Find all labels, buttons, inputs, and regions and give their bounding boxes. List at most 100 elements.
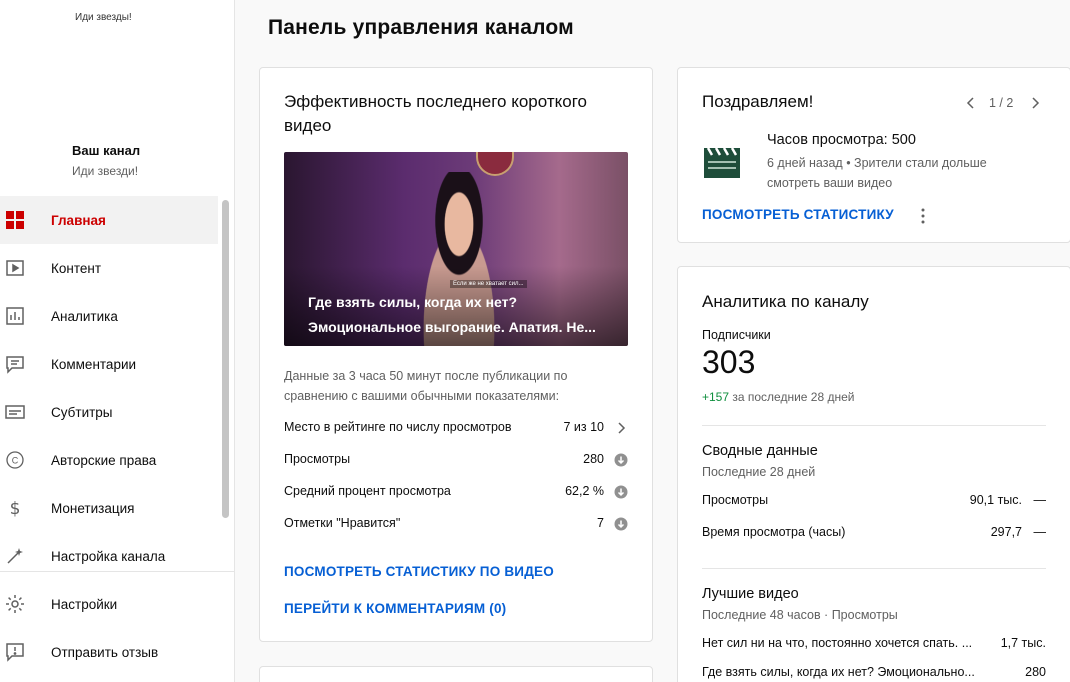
trend-indicator: — xyxy=(1033,525,1047,539)
subtitles-icon xyxy=(4,401,26,423)
sidebar-item-feedback[interactable]: Отправить отзыв xyxy=(0,628,218,676)
sidebar-divider xyxy=(0,571,234,572)
stat-value: 7 из 10 xyxy=(563,420,604,434)
thumbnail-title-line2: Эмоциональное выгорание. Апатия. Не... xyxy=(308,319,596,335)
video-thumbnail[interactable]: Если же не хватает сил... Где взять силы… xyxy=(284,152,628,346)
sidebar-item-label: Авторские права xyxy=(51,452,157,468)
copyright-icon: C xyxy=(4,449,26,471)
sidebar-item-customization[interactable]: Настройка канала xyxy=(0,532,218,580)
sidebar-item-label: Контент xyxy=(51,260,102,276)
sidebar-item-label: Настройки xyxy=(51,596,118,612)
channel-avatar-caption: Иди звезды! xyxy=(75,12,132,23)
congrats-card: Поздравляем! 1 / 2 Часов просмотра: 500 … xyxy=(677,67,1070,243)
dashboard-icon xyxy=(4,209,26,231)
thumbnail-subtitle: Если же не хватает сил... xyxy=(450,280,527,288)
clapperboard-icon xyxy=(702,140,742,180)
summary-title: Сводные данные xyxy=(702,443,818,459)
channel-handle: Иди звезди! xyxy=(72,164,139,178)
stat-label: Средний процент просмотра xyxy=(284,484,451,498)
stat-value: 7 xyxy=(597,516,604,530)
trend-indicator: — xyxy=(1033,493,1047,507)
stat-row-likes: Отметки "Нравится" 7 xyxy=(284,516,628,536)
go-to-comments-link[interactable]: ПЕРЕЙТИ К КОММЕНТАРИЯМ (0) xyxy=(284,601,506,616)
sidebar-item-content[interactable]: Контент xyxy=(0,244,218,292)
comments-icon xyxy=(4,353,26,375)
summary-row-views: Просмотры 90,1 тыс. — xyxy=(702,493,1046,513)
channel-name[interactable]: Ваш канал xyxy=(72,143,140,158)
channel-analytics-card: Аналитика по каналу Подписчики 303 +157 … xyxy=(677,266,1070,682)
milestone-subtext: 6 дней назад • Зрители стали дольше смот… xyxy=(767,156,987,190)
top-video-views: 280 xyxy=(1025,665,1046,679)
sidebar-item-label: Аналитика xyxy=(51,308,118,324)
feedback-icon xyxy=(4,641,26,663)
latest-short-card: Эффективность последнего короткого видео… xyxy=(259,67,653,642)
thumbnail-title-line1: Где взять силы, когда их нет? xyxy=(308,294,518,310)
top-video-row[interactable]: Нет сил ни на что, постоянно хочется спа… xyxy=(702,636,1046,656)
stat-label: Отметки "Нравится" xyxy=(284,516,401,530)
thumbnail-title: Где взять силы, когда их нет? Эмоциональ… xyxy=(308,290,608,340)
svg-text:C: C xyxy=(12,456,19,466)
page-title: Панель управления каналом xyxy=(268,16,574,39)
data-note: Данные за 3 часа 50 минут после публикац… xyxy=(284,369,568,403)
sidebar-item-label: Главная xyxy=(51,212,106,228)
content-icon xyxy=(4,257,26,279)
subscribers-count: 303 xyxy=(702,344,756,380)
sidebar-item-analytics[interactable]: Аналитика xyxy=(0,292,218,340)
arrow-down-circle-icon xyxy=(614,453,628,467)
card-title: Эффективность последнего короткого видео xyxy=(284,92,587,135)
card-title: Поздравляем! xyxy=(702,92,814,111)
analytics-icon xyxy=(4,305,26,327)
stat-row-rank[interactable]: Место в рейтинге по числу просмотров 7 и… xyxy=(284,420,628,440)
stat-value: 280 xyxy=(583,452,604,466)
stat-row-views: Просмотры 280 xyxy=(284,452,628,472)
more-options-icon[interactable] xyxy=(920,208,926,224)
sidebar-item-label: Отправить отзыв xyxy=(51,644,159,660)
sidebar: Иди звезды! Ваш канал Иди звезди! Главна… xyxy=(0,0,235,682)
summary-value: 297,7 xyxy=(990,525,1022,539)
divider xyxy=(702,425,1046,426)
summary-row-watch-time: Время просмотра (часы) 297,7 — xyxy=(702,525,1046,545)
delta-value: +157 xyxy=(702,390,730,404)
sidebar-item-subtitles[interactable]: Субтитры xyxy=(0,388,218,436)
summary-period: Последние 28 дней xyxy=(702,465,816,479)
top-video-row[interactable]: Где взять силы, когда их нет? Эмоциональ… xyxy=(702,665,1046,682)
top-video-title[interactable]: Где взять силы, когда их нет? Эмоциональ… xyxy=(702,665,986,679)
dollar-icon: $ xyxy=(4,497,26,519)
chevron-right-icon[interactable] xyxy=(1028,96,1042,115)
svg-text:$: $ xyxy=(10,499,21,518)
top-video-views: 1,7 тыс. xyxy=(1000,636,1046,650)
summary-value: 90,1 тыс. xyxy=(969,493,1022,507)
top-videos-title: Лучшие видео xyxy=(702,586,799,602)
delta-text: за последние 28 дней xyxy=(729,390,855,404)
summary-label: Время просмотра (часы) xyxy=(702,525,846,539)
sidebar-item-dashboard[interactable]: Главная xyxy=(0,196,218,244)
stat-row-avg-percent: Средний процент просмотра 62,2 % xyxy=(284,484,628,504)
sidebar-scrollbar[interactable] xyxy=(222,200,229,518)
summary-label: Просмотры xyxy=(702,493,769,507)
divider xyxy=(702,568,1046,569)
view-stats-link[interactable]: ПОСМОТРЕТЬ СТАТИСТИКУ xyxy=(702,207,894,222)
sidebar-item-label: Настройка канала xyxy=(51,548,166,564)
arrow-down-circle-icon xyxy=(614,517,628,531)
arrow-down-circle-icon xyxy=(614,485,628,499)
subscribers-label: Подписчики xyxy=(702,328,771,342)
top-videos-period: Последние 48 часов · Просмотры xyxy=(702,608,898,622)
view-video-stats-link[interactable]: ПОСМОТРЕТЬ СТАТИСТИКУ ПО ВИДЕО xyxy=(284,564,554,579)
gear-icon xyxy=(4,593,26,615)
stat-label: Место в рейтинге по числу просмотров xyxy=(284,420,512,434)
subscribers-delta: +157 за последние 28 дней xyxy=(702,390,855,404)
milestone-headline: Часов просмотра: 500 xyxy=(767,132,916,148)
chevron-left-icon[interactable] xyxy=(964,96,978,115)
top-video-title[interactable]: Нет сил ни на что, постоянно хочется спа… xyxy=(702,636,986,650)
sidebar-item-comments[interactable]: Комментарии xyxy=(0,340,218,388)
stat-label: Просмотры xyxy=(284,452,351,466)
sidebar-item-monetization[interactable]: $ Монетизация xyxy=(0,484,218,532)
sidebar-item-settings[interactable]: Настройки xyxy=(0,580,218,628)
chevron-right-icon[interactable] xyxy=(614,421,628,435)
stat-value: 62,2 % xyxy=(565,484,604,498)
sidebar-item-copyright[interactable]: C Авторские права xyxy=(0,436,218,484)
pager-indicator: 1 / 2 xyxy=(989,96,1014,110)
sidebar-item-label: Монетизация xyxy=(51,500,135,516)
sidebar-item-label: Комментарии xyxy=(51,356,137,372)
card-title: Аналитика по каналу xyxy=(702,292,869,311)
